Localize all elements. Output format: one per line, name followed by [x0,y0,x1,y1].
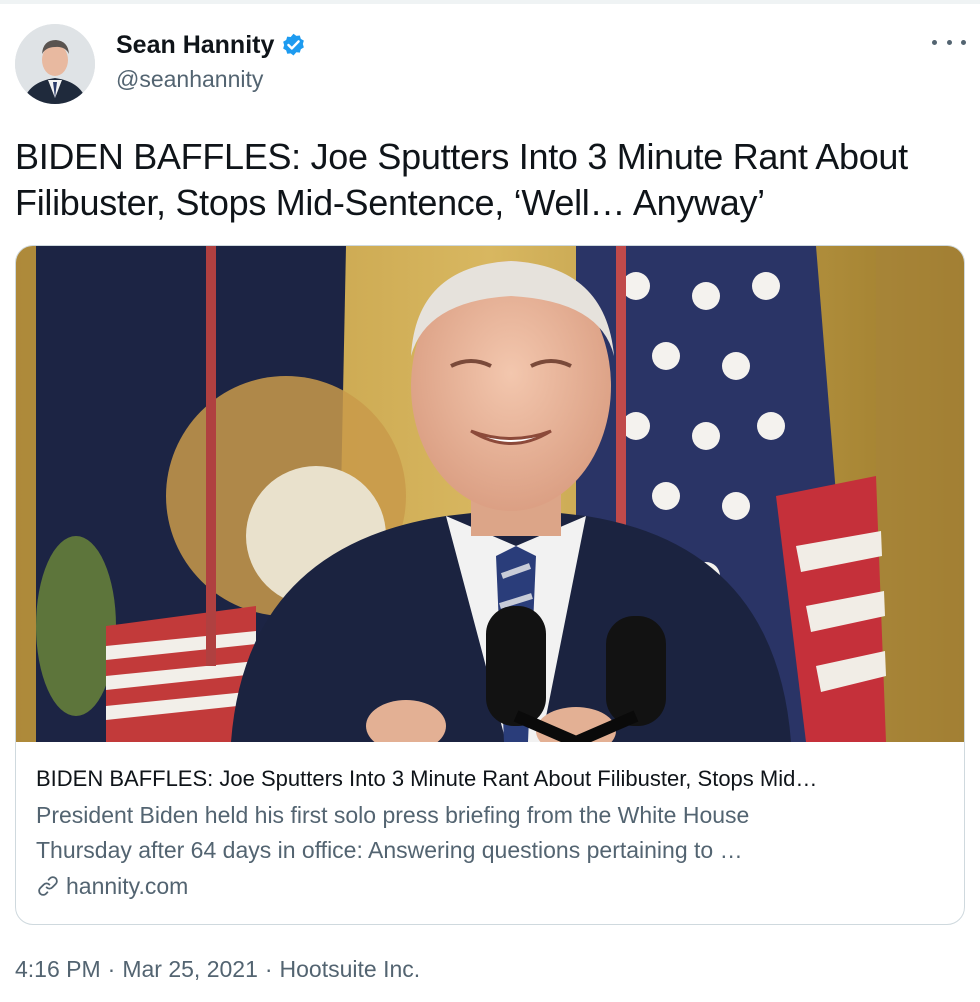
card-description-line: Thursday after 64 days in office: Answer… [36,837,743,863]
card-description: President Biden held his first solo pres… [36,798,946,868]
author-display-name[interactable]: Sean Hannity [116,31,274,60]
avatar-image [15,24,95,104]
separator-dot: · [264,956,273,982]
more-dot [932,39,937,45]
author-handle[interactable]: @seanhannity [116,66,263,93]
press-briefing-photo [16,246,964,742]
tweet-time[interactable]: 4:16 PM [15,956,101,983]
tweet-text: BIDEN BAFFLES: Joe Sputters Into 3 Minut… [15,134,965,226]
more-options-icon[interactable] [932,30,966,54]
tweet-text-line: Filibuster, Stops Mid-Sentence, ‘Well… A… [15,182,765,223]
author-name-row: Sean Hannity [116,28,307,62]
tweet-source[interactable]: Hootsuite Inc. [280,956,421,983]
top-divider [0,0,980,4]
more-dot [961,39,966,45]
more-dot [946,39,952,45]
separator-dot: · [107,956,116,982]
link-card[interactable]: BIDEN BAFFLES: Joe Sputters Into 3 Minut… [15,245,965,925]
card-image[interactable] [16,246,964,742]
tweet-date[interactable]: Mar 25, 2021 [122,956,258,983]
card-domain[interactable]: hannity.com [36,869,946,903]
tweet-text-line: BIDEN BAFFLES: Joe Sputters Into 3 Minut… [15,136,908,177]
verified-badge-icon [283,33,305,56]
card-meta: BIDEN BAFFLES: Joe Sputters Into 3 Minut… [36,764,946,903]
avatar[interactable] [15,24,95,104]
link-icon [38,876,58,896]
card-domain-text: hannity.com [66,873,189,899]
tweet-timestamp: 4:16 PM · Mar 25, 2021 · Hootsuite Inc. [15,956,420,983]
card-description-line: President Biden held his first solo pres… [36,802,750,828]
card-title[interactable]: BIDEN BAFFLES: Joe Sputters Into 3 Minut… [36,764,946,794]
